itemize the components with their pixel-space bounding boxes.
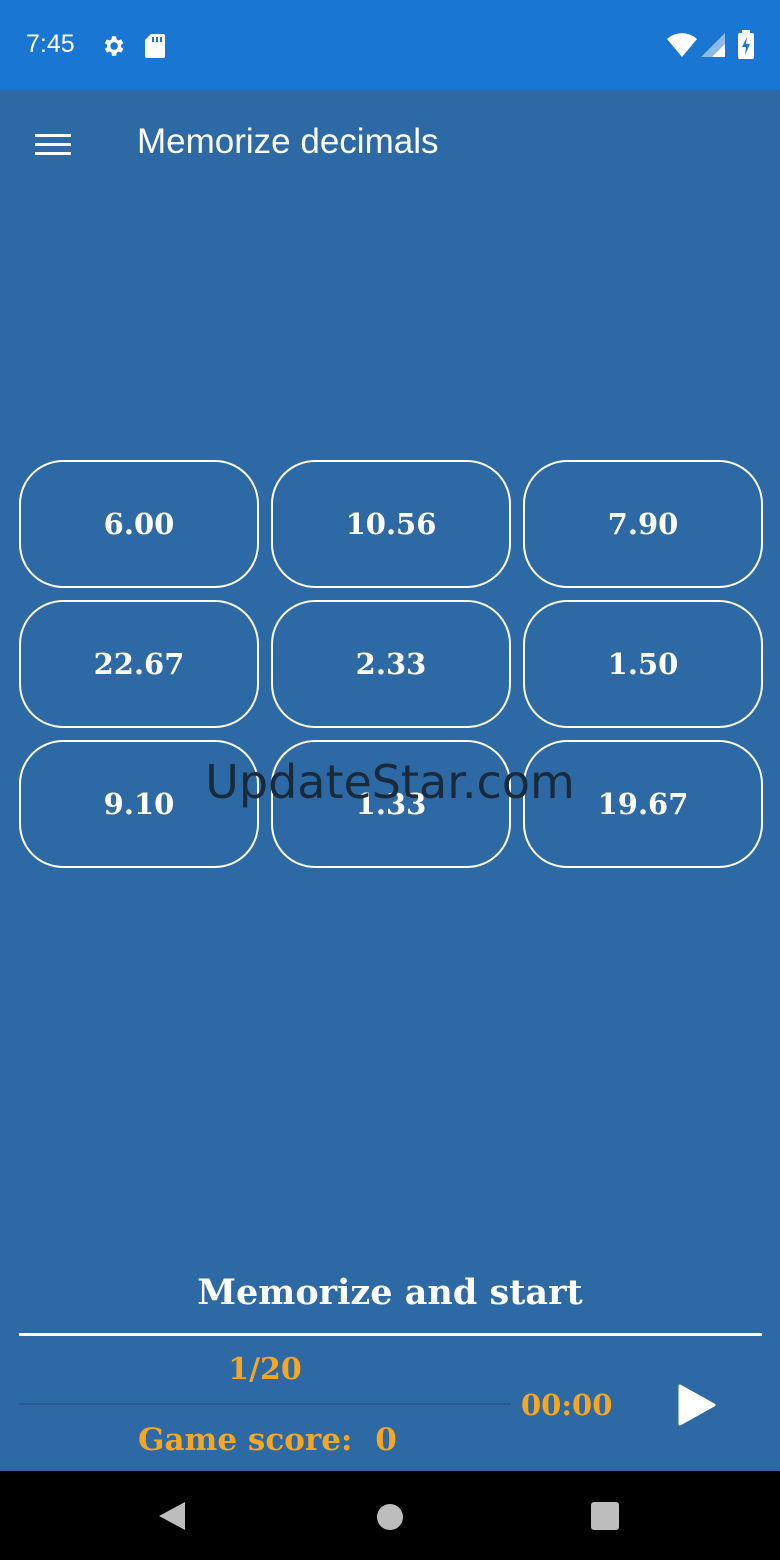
divider bbox=[19, 1333, 762, 1336]
app-bar: Memorize decimals bbox=[0, 90, 780, 198]
wifi-icon bbox=[666, 32, 698, 63]
gear-icon bbox=[100, 33, 126, 64]
game-score-value: 0 bbox=[375, 1422, 397, 1458]
navigation-bar bbox=[0, 1471, 780, 1560]
instruction-text: Memorize and start bbox=[197, 1272, 583, 1313]
status-time: 7:45 bbox=[26, 30, 75, 58]
number-tile[interactable]: 6.00 bbox=[19, 460, 259, 588]
number-tile[interactable]: 2.33 bbox=[271, 600, 511, 728]
battery-charging-icon bbox=[737, 30, 755, 65]
page-title: Memorize decimals bbox=[137, 122, 439, 161]
hamburger-menu-icon[interactable] bbox=[30, 126, 76, 162]
game-score: Game score: 0 bbox=[138, 1422, 397, 1458]
timer: 00:00 bbox=[521, 1388, 613, 1422]
sd-card-icon bbox=[144, 33, 166, 64]
number-tile[interactable]: 7.90 bbox=[523, 460, 763, 588]
status-bar: 7:45 bbox=[0, 0, 780, 90]
number-tile[interactable]: 10.56 bbox=[271, 460, 511, 588]
number-tile[interactable]: 1.50 bbox=[523, 600, 763, 728]
home-circle-icon[interactable] bbox=[375, 1502, 405, 1537]
progress-counter: 1/20 bbox=[228, 1352, 302, 1387]
game-score-label: Game score: bbox=[138, 1422, 353, 1458]
number-tile[interactable]: 9.10 bbox=[19, 740, 259, 868]
number-grid: 6.00 10.56 7.90 22.67 2.33 1.50 9.10 1.3… bbox=[19, 460, 763, 868]
back-triangle-icon[interactable] bbox=[157, 1500, 187, 1537]
number-tile[interactable]: 19.67 bbox=[523, 740, 763, 868]
number-tile[interactable]: 22.67 bbox=[19, 600, 259, 728]
signal-icon bbox=[700, 32, 726, 63]
play-icon[interactable] bbox=[674, 1383, 718, 1427]
recents-square-icon[interactable] bbox=[590, 1501, 620, 1536]
number-tile[interactable]: 1.33 bbox=[271, 740, 511, 868]
divider bbox=[19, 1403, 511, 1405]
